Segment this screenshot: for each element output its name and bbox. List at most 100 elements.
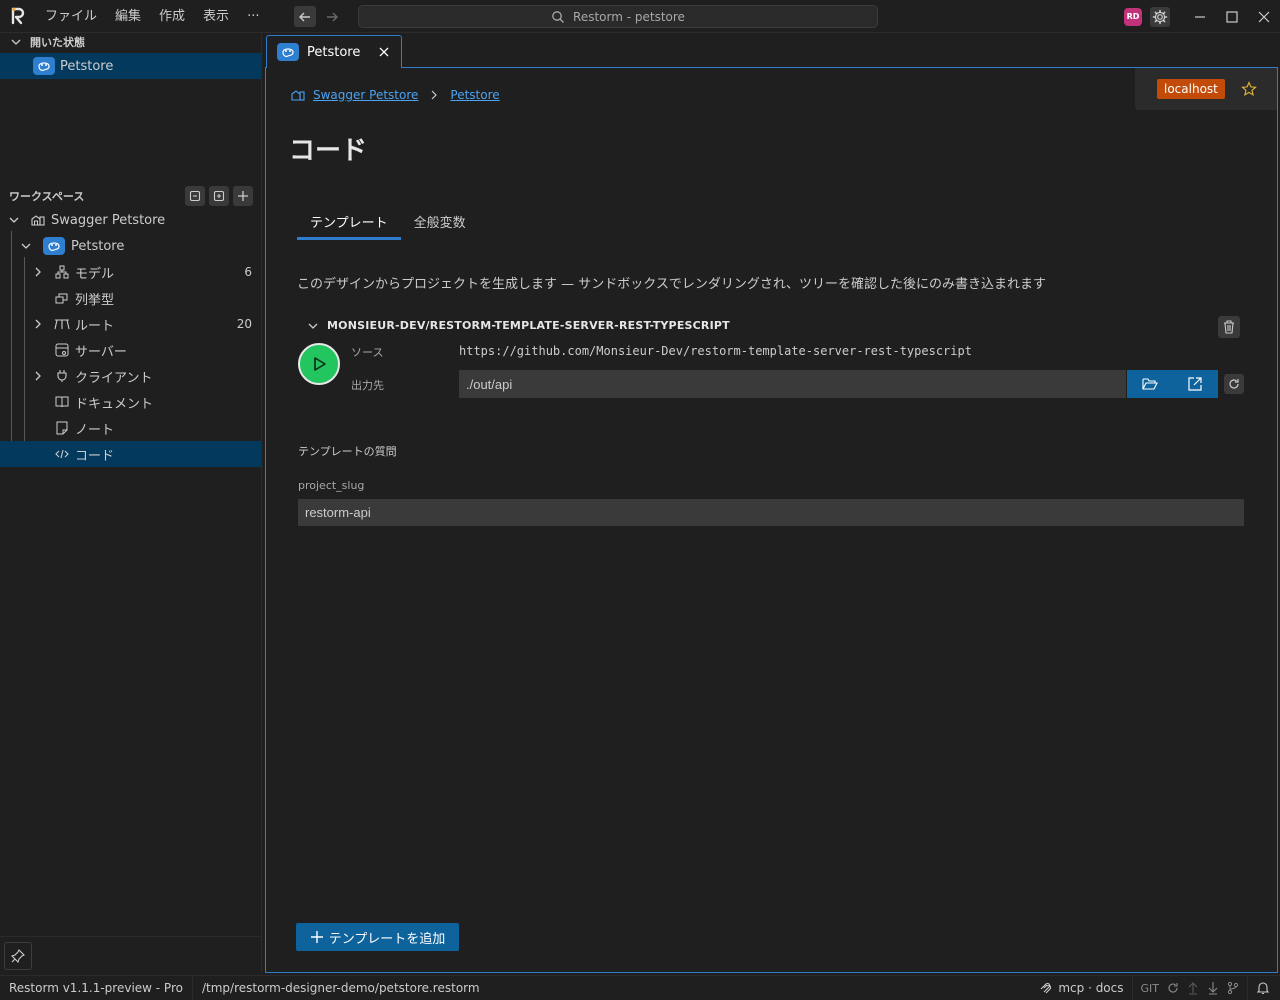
arrow-right-icon bbox=[327, 12, 338, 21]
plus-icon bbox=[310, 931, 323, 943]
output-path-input[interactable] bbox=[459, 370, 1126, 398]
run-template-button[interactable] bbox=[298, 343, 340, 385]
close-icon bbox=[379, 47, 389, 57]
folder-open-icon bbox=[1141, 378, 1158, 390]
tree-item-label: 列挙型 bbox=[75, 292, 115, 308]
enum-icon bbox=[54, 290, 70, 306]
app-logo[interactable] bbox=[0, 0, 36, 33]
forward-button[interactable] bbox=[321, 6, 343, 27]
petstore-icon bbox=[277, 43, 299, 61]
command-center-search[interactable]: Restorm - petstore bbox=[358, 5, 878, 28]
sidebar-divider bbox=[0, 936, 262, 937]
close-window-button[interactable] bbox=[1248, 0, 1280, 33]
petstore-icon bbox=[43, 237, 65, 255]
tree-item-documents[interactable]: ドキュメント bbox=[0, 389, 261, 415]
tab-templates[interactable]: テンプレート bbox=[297, 212, 401, 240]
page-title: コード bbox=[289, 136, 368, 166]
open-editor-label: Petstore bbox=[60, 58, 114, 74]
code-icon bbox=[54, 446, 70, 462]
pin-button[interactable] bbox=[4, 942, 32, 970]
favorite-button[interactable] bbox=[1241, 81, 1257, 97]
route-icon bbox=[54, 316, 70, 332]
breadcrumb-petstore[interactable]: Petstore bbox=[450, 88, 499, 102]
chevron-down-icon bbox=[9, 217, 19, 223]
tab-petstore[interactable]: Petstore bbox=[266, 35, 402, 68]
chevron-down-icon bbox=[21, 243, 31, 249]
menu-file[interactable]: ファイル bbox=[36, 0, 106, 33]
avatar[interactable]: RD bbox=[1124, 7, 1142, 26]
browse-folder-button[interactable] bbox=[1126, 370, 1172, 398]
item-count: 6 bbox=[244, 265, 252, 279]
expand-all-icon bbox=[213, 190, 225, 202]
tree-item-label: Petstore bbox=[71, 238, 125, 254]
tree-item-label: ドキュメント bbox=[75, 396, 154, 412]
tree-item-models[interactable]: モデル 6 bbox=[0, 259, 261, 285]
tree-item-servers[interactable]: サーバー bbox=[0, 337, 261, 363]
maximize-button[interactable] bbox=[1216, 0, 1248, 33]
git-push-button[interactable] bbox=[1187, 981, 1199, 995]
sidebar: 開いた状態 Petstore ワークスペース Swagger Petstore bbox=[0, 33, 262, 973]
file-path-status[interactable]: /tmp/restorm-designer-demo/petstore.rest… bbox=[193, 976, 489, 1000]
add-template-label: テンプレートを追加 bbox=[328, 931, 446, 947]
star-icon bbox=[1241, 81, 1257, 97]
template-header[interactable]: MONSIEUR-DEV/RESTORM-TEMPLATE-SERVER-RES… bbox=[307, 319, 730, 332]
expand-all-button[interactable] bbox=[209, 186, 229, 206]
tree-item-code[interactable]: コード bbox=[0, 441, 261, 467]
git-label: GIT bbox=[1140, 981, 1160, 995]
branch-icon bbox=[1227, 981, 1239, 995]
menu-create[interactable]: 作成 bbox=[150, 0, 194, 33]
model-icon bbox=[54, 264, 70, 280]
arrow-down-icon bbox=[1208, 982, 1218, 995]
settings-button[interactable] bbox=[1150, 6, 1170, 27]
collapse-all-button[interactable] bbox=[185, 186, 205, 206]
editor-pane: localhost Swagger Petstore Petstore コード … bbox=[265, 67, 1278, 973]
git-pull-button[interactable] bbox=[1207, 981, 1219, 995]
git-refresh-button[interactable] bbox=[1167, 982, 1179, 994]
tree-item-clients[interactable]: クライアント bbox=[0, 363, 261, 389]
open-editors-header[interactable]: 開いた状態 bbox=[0, 33, 262, 51]
project-slug-input[interactable] bbox=[298, 499, 1244, 526]
menu-edit[interactable]: 編集 bbox=[106, 0, 150, 33]
mcp-icon bbox=[1040, 982, 1052, 994]
tab-global-variables[interactable]: 全般変数 bbox=[401, 212, 479, 240]
notifications-button[interactable] bbox=[1256, 981, 1270, 995]
command-center-text: Restorm - petstore bbox=[573, 9, 685, 24]
tree-item-notes[interactable]: ノート bbox=[0, 415, 261, 441]
pin-icon bbox=[11, 949, 25, 963]
tree-item-label: クライアント bbox=[75, 370, 153, 386]
open-external-button[interactable] bbox=[1172, 370, 1218, 398]
tab-close-button[interactable] bbox=[379, 47, 389, 57]
version-status[interactable]: Restorm v1.1.1-preview - Pro bbox=[0, 976, 192, 1000]
menu-view[interactable]: 表示 bbox=[194, 0, 238, 33]
template-questions-title: テンプレートの質問 bbox=[298, 445, 397, 458]
external-link-icon bbox=[1188, 377, 1202, 391]
title-bar: ファイル 編集 作成 表示 ··· Restorm - petstore RD bbox=[0, 0, 1280, 33]
project-slug-label: project_slug bbox=[298, 479, 365, 492]
tree-item-petstore[interactable]: Petstore bbox=[0, 233, 261, 259]
plug-icon bbox=[54, 368, 70, 384]
tree-item-enums[interactable]: 列挙型 bbox=[0, 285, 261, 311]
delete-template-button[interactable] bbox=[1218, 316, 1240, 338]
maximize-icon bbox=[1226, 10, 1238, 23]
mcp-docs-status[interactable]: mcp · docs bbox=[1039, 981, 1124, 995]
close-icon bbox=[1258, 11, 1270, 22]
tree-item-swagger-petstore[interactable]: Swagger Petstore bbox=[0, 207, 261, 233]
status-bar: Restorm v1.1.1-preview - Pro /tmp/restor… bbox=[0, 975, 1280, 1000]
tree-item-label: ノート bbox=[75, 422, 115, 438]
workspace-title: ワークスペース bbox=[9, 190, 85, 203]
git-branch-button[interactable] bbox=[1227, 981, 1239, 995]
refresh-button[interactable] bbox=[1224, 374, 1244, 394]
open-editors-title: 開いた状態 bbox=[30, 36, 85, 49]
subtabs: テンプレート 全般変数 bbox=[297, 212, 479, 240]
open-editor-petstore[interactable]: Petstore bbox=[0, 53, 261, 79]
menu-more[interactable]: ··· bbox=[238, 0, 268, 33]
tree-item-routes[interactable]: ルート 20 bbox=[0, 311, 261, 337]
environment-badge[interactable]: localhost bbox=[1157, 79, 1225, 99]
chevron-right-icon bbox=[35, 319, 41, 329]
chevron-right-icon bbox=[431, 90, 438, 100]
add-button[interactable] bbox=[233, 186, 253, 206]
add-template-button[interactable]: テンプレートを追加 bbox=[296, 923, 459, 951]
breadcrumb-swagger-petstore[interactable]: Swagger Petstore bbox=[313, 88, 418, 102]
back-button[interactable] bbox=[294, 6, 316, 27]
minimize-button[interactable] bbox=[1184, 0, 1216, 33]
